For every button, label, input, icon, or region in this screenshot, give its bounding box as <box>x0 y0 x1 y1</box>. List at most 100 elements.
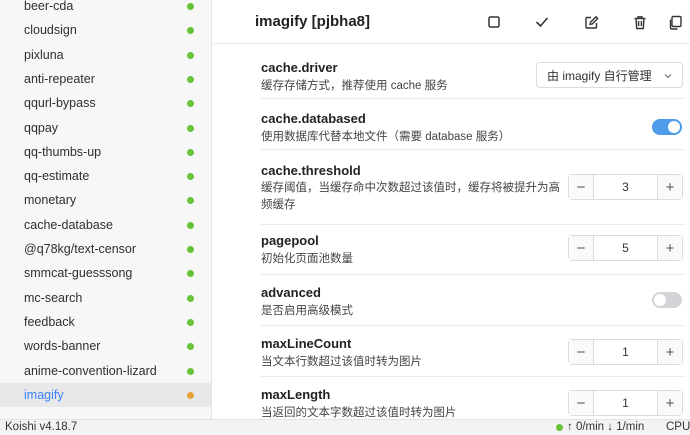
message-rate-text: ↑ 0/min ↓ 1/min <box>567 421 645 433</box>
setting-key: cache.databased <box>261 111 366 126</box>
plugin-item-feedback[interactable]: feedback <box>0 310 211 334</box>
status-dot <box>187 196 194 204</box>
plugin-sidebar: beer-cda cloudsign pixluna anti-repeater… <box>0 0 212 419</box>
plugin-name: @q78kg/text-censor <box>24 242 137 256</box>
plugin-name: anime-convention-lizard <box>24 364 157 378</box>
status-dot <box>187 318 194 326</box>
status-dot <box>187 342 194 350</box>
setting-key: cache.driver <box>261 60 338 75</box>
plugin-item-qqpay[interactable]: qqpay <box>0 116 211 140</box>
status-dot <box>187 294 194 302</box>
plugin-item-qq-thumbs-up[interactable]: qq-thumbs-up <box>0 140 211 164</box>
plugin-name: feedback <box>24 315 75 329</box>
cache-databased-toggle[interactable] <box>652 119 682 135</box>
cache-threshold-stepper: − 3 + <box>568 174 683 200</box>
plugin-item-mc-search[interactable]: mc-search <box>0 286 211 310</box>
setting-row-cache-databased: cache.databased 使用数据库代替本地文件（需要 database … <box>260 99 685 150</box>
toggle-knob <box>668 121 680 133</box>
setting-row-advanced: advanced 是否启用高级模式 <box>260 275 685 326</box>
increment-button[interactable]: + <box>657 175 682 199</box>
plugin-name: qq-estimate <box>24 169 90 183</box>
edit-button[interactable] <box>580 11 602 33</box>
status-dot <box>187 245 194 253</box>
page-title: imagify [pjbha8] <box>255 13 371 30</box>
plugin-item-beer-cda[interactable]: beer-cda <box>0 0 211 18</box>
decrement-button[interactable]: − <box>569 340 594 364</box>
plugin-item-imagify[interactable]: imagify <box>0 383 211 407</box>
check-icon <box>536 17 548 27</box>
plugin-name: cloudsign <box>24 23 77 37</box>
maxlinecount-stepper: − 1 + <box>568 339 683 365</box>
trash-icon <box>634 15 646 29</box>
stepper-value[interactable]: 1 <box>594 391 657 415</box>
copy-button[interactable] <box>664 11 686 33</box>
setting-key: maxLength <box>261 387 331 402</box>
stop-icon <box>488 16 500 28</box>
message-rate: ↑ 0/min ↓ 1/min <box>556 421 644 433</box>
plugin-item-words-banner[interactable]: words-banner <box>0 334 211 358</box>
plugin-name: mc-search <box>24 291 83 305</box>
plugin-name: words-banner <box>24 339 101 353</box>
toggle-knob <box>654 294 666 306</box>
plugin-item-anti-repeater[interactable]: anti-repeater <box>0 67 211 91</box>
status-dot <box>187 124 194 132</box>
online-status-dot <box>556 423 563 431</box>
plugin-item-anime-convention-lizard[interactable]: anime-convention-lizard <box>0 359 211 383</box>
plugin-name: qqurl-bypass <box>24 96 96 110</box>
plugin-name: cache-database <box>24 218 113 232</box>
increment-button[interactable]: + <box>657 340 682 364</box>
plugin-name: pixluna <box>24 48 64 62</box>
save-button[interactable] <box>531 11 553 33</box>
plugin-item-pixluna[interactable]: pixluna <box>0 43 211 67</box>
setting-description: 当返回的文本字数超过该值时转为图片 <box>261 407 457 419</box>
stop-button[interactable] <box>483 11 505 33</box>
status-dot <box>187 221 194 229</box>
setting-row-pagepool: pagepool 初始化页面池数量 − 5 + <box>260 225 685 275</box>
plugin-item-smmcat-guesssong[interactable]: smmcat-guesssong <box>0 261 211 285</box>
increment-button[interactable]: + <box>657 236 682 260</box>
setting-row-cache-driver: cache.driver 缓存存储方式，推荐使用 cache 服务 由 imag… <box>260 45 685 99</box>
plugin-item-qqurl-bypass[interactable]: qqurl-bypass <box>0 91 211 115</box>
select-value: 由 imagify 自行管理 <box>547 68 652 83</box>
status-dot <box>187 99 194 107</box>
setting-key: advanced <box>261 285 321 300</box>
decrement-button[interactable]: − <box>569 175 594 199</box>
cache-driver-select[interactable]: 由 imagify 自行管理 <box>536 62 683 88</box>
plugin-item-qq-estimate[interactable]: qq-estimate <box>0 164 211 188</box>
setting-key: maxLineCount <box>261 336 352 351</box>
status-dot <box>187 172 194 180</box>
plugin-name: qqpay <box>24 121 59 135</box>
setting-description: 使用数据库代替本地文件（需要 database 服务） <box>261 131 511 143</box>
version-label: Koishi v4.18.7 <box>5 421 78 433</box>
edit-icon <box>584 15 598 29</box>
setting-description: 初始化页面池数量 <box>261 253 353 265</box>
setting-description: 是否启用高级模式 <box>261 305 353 317</box>
advanced-toggle[interactable] <box>652 292 682 308</box>
maxlength-stepper: − 1 + <box>568 390 683 416</box>
status-dot <box>187 391 194 399</box>
status-bar: Koishi v4.18.7 ↑ 0/min ↓ 1/min CPU: <box>0 419 690 435</box>
plugin-name: imagify <box>24 388 64 402</box>
stepper-value[interactable]: 1 <box>594 340 657 364</box>
plugin-header: imagify [pjbha8] <box>212 0 690 44</box>
plugin-item-cache-database[interactable]: cache-database <box>0 213 211 237</box>
plugin-item-monetary[interactable]: monetary <box>0 188 211 212</box>
status-dot <box>187 269 194 277</box>
settings-panel: cache.driver 缓存存储方式，推荐使用 cache 服务 由 imag… <box>212 45 690 419</box>
delete-button[interactable] <box>629 11 651 33</box>
plugin-name: monetary <box>24 193 77 207</box>
increment-button[interactable]: + <box>657 391 682 415</box>
setting-row-cache-threshold: cache.threshold 缓存阈值，当缓存命中次数超过该值时，缓存将被提升… <box>260 150 685 225</box>
setting-description: 缓存阈值，当缓存命中次数超过该值时，缓存将被提升为高频缓存 <box>261 182 560 211</box>
stepper-value[interactable]: 5 <box>594 236 657 260</box>
plugin-item-cloudsign[interactable]: cloudsign <box>0 18 211 42</box>
pagepool-stepper: − 5 + <box>568 235 683 261</box>
decrement-button[interactable]: − <box>569 236 594 260</box>
plugin-item-text-censor[interactable]: @q78kg/text-censor <box>0 237 211 261</box>
status-dot <box>187 148 194 156</box>
decrement-button[interactable]: − <box>569 391 594 415</box>
setting-row-maxlinecount: maxLineCount 当文本行数超过该值时转为图片 − 1 + <box>260 326 685 377</box>
setting-description: 缓存存储方式，推荐使用 cache 服务 <box>261 80 448 92</box>
plugin-name: qq-thumbs-up <box>24 145 102 159</box>
stepper-value[interactable]: 3 <box>594 175 657 199</box>
